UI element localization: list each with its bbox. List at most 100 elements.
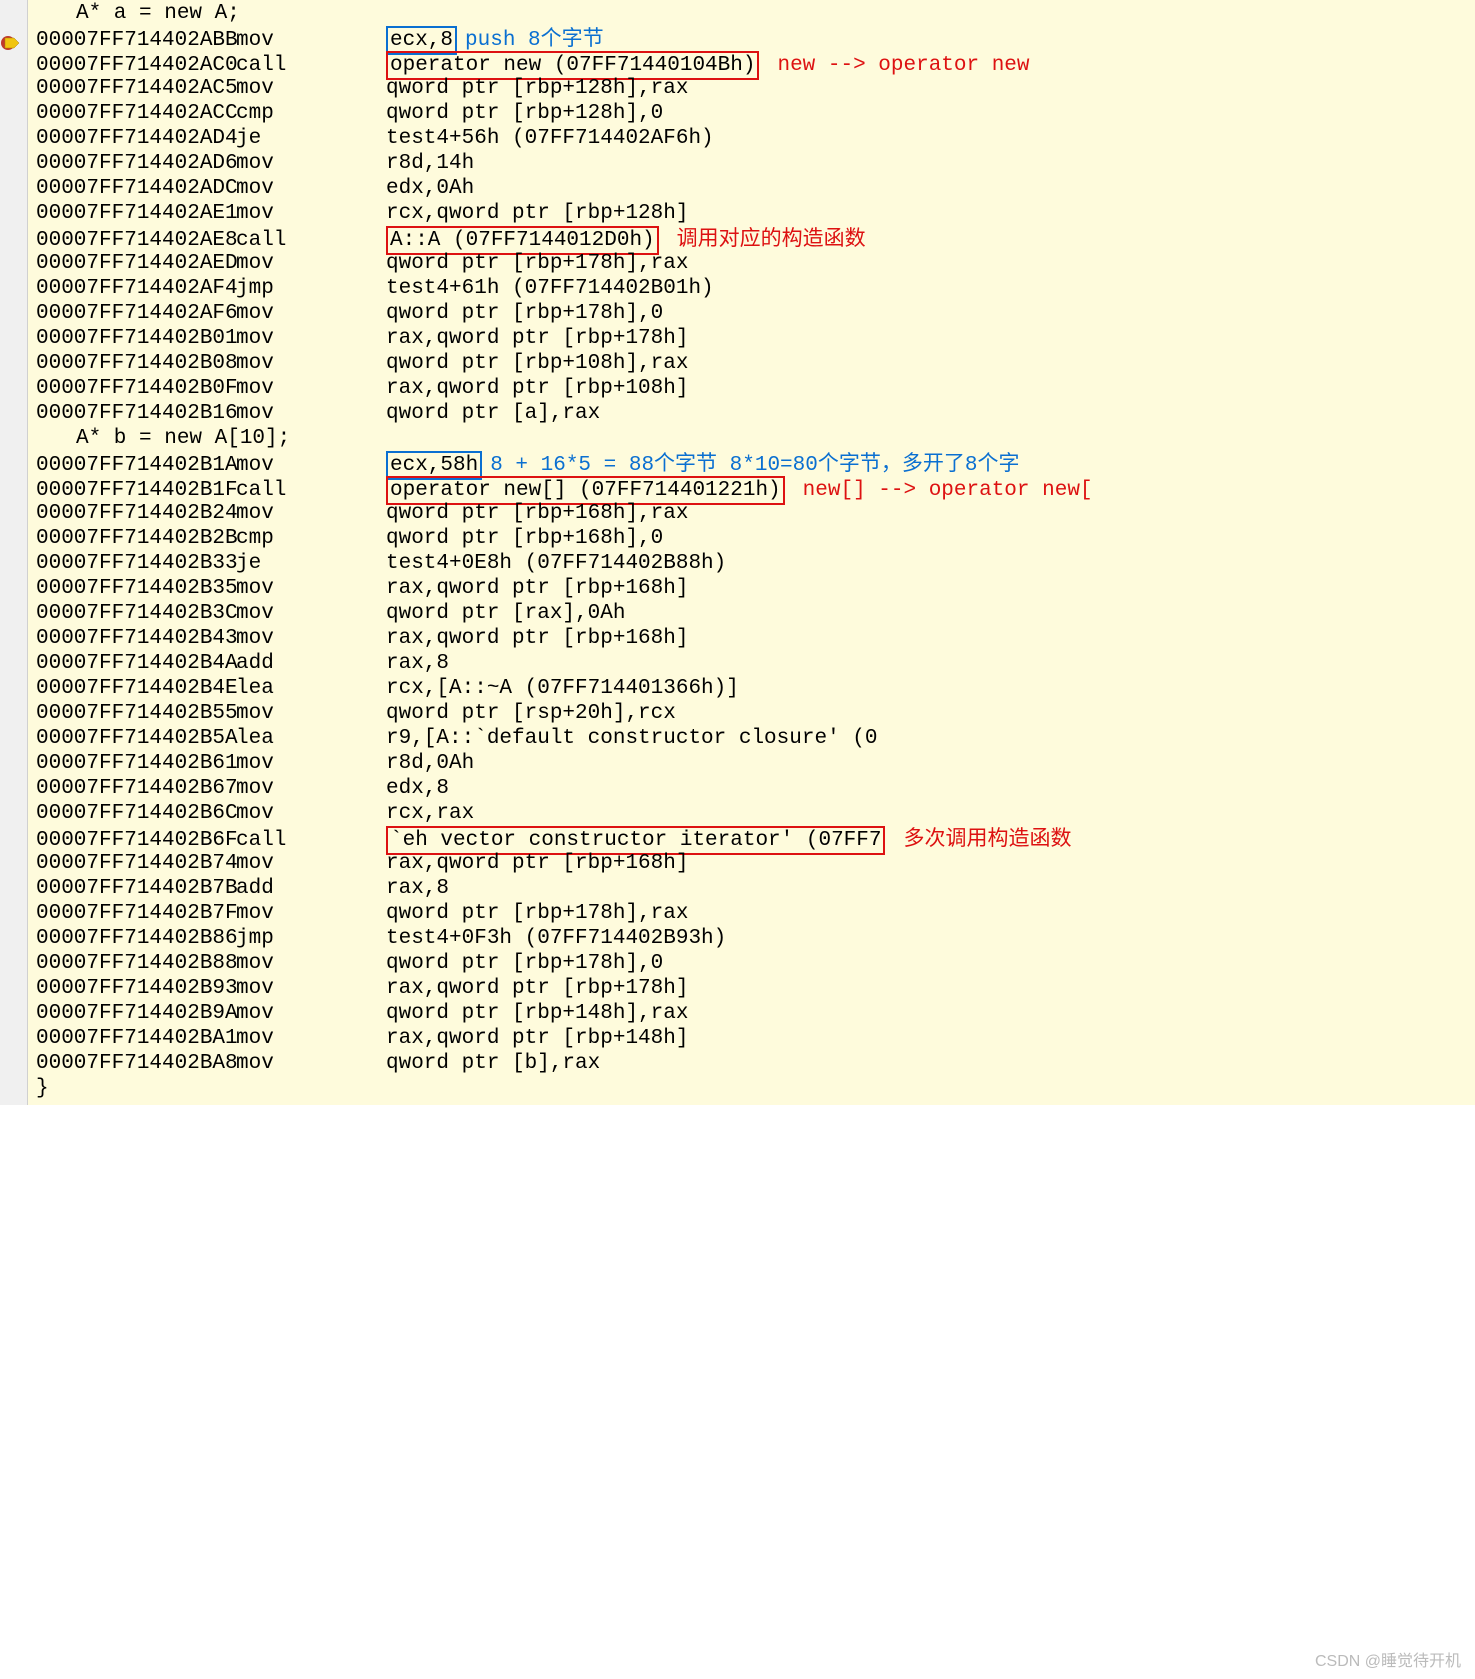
- operands: rax,qword ptr [rbp+108h]: [386, 376, 688, 401]
- address: 00007FF714402ABB: [36, 28, 236, 53]
- asm-row: 00007FF714402BA1movrax,qword ptr [rbp+14…: [36, 1026, 1475, 1051]
- mnemonic: jmp: [236, 926, 386, 951]
- address: 00007FF714402BA1: [36, 1026, 236, 1051]
- mnemonic: mov: [236, 28, 386, 53]
- disassembly-view: A* a = new A; 00007FF714402ABBmovecx,8pu…: [0, 0, 1475, 1105]
- operands: rax,qword ptr [rbp+168h]: [386, 851, 688, 876]
- source-line: A* a = new A;: [36, 1, 1475, 26]
- source-text: }: [36, 1076, 49, 1101]
- operands: test4+56h (07FF714402AF6h): [386, 126, 714, 151]
- address: 00007FF714402AF6: [36, 301, 236, 326]
- operands: test4+0F3h (07FF714402B93h): [386, 926, 726, 951]
- address: 00007FF714402B86: [36, 926, 236, 951]
- asm-row: 00007FF714402B2Bcmpqword ptr [rbp+168h],…: [36, 526, 1475, 551]
- address: 00007FF714402AC5: [36, 76, 236, 101]
- address: 00007FF714402B0F: [36, 376, 236, 401]
- mnemonic: mov: [236, 376, 386, 401]
- mnemonic: mov: [236, 501, 386, 526]
- source-text: A* b = new A[10];: [76, 426, 290, 451]
- mnemonic: mov: [236, 201, 386, 226]
- address: 00007FF714402B2B: [36, 526, 236, 551]
- asm-row: 00007FF714402B5Alear9,[A::`default const…: [36, 726, 1475, 751]
- operands: r9,[A::`default constructor closure' (0: [386, 726, 877, 751]
- address: 00007FF714402B3C: [36, 601, 236, 626]
- operands: r8d,0Ah: [386, 751, 474, 776]
- asm-row: 00007FF714402B93movrax,qword ptr [rbp+17…: [36, 976, 1475, 1001]
- mnemonic: mov: [236, 576, 386, 601]
- mnemonic: mov: [236, 851, 386, 876]
- operands: rax,8: [386, 651, 449, 676]
- code-panel[interactable]: A* a = new A; 00007FF714402ABBmovecx,8pu…: [28, 0, 1475, 1105]
- address: 00007FF714402AC0: [36, 53, 236, 78]
- address: 00007FF714402B61: [36, 751, 236, 776]
- asm-row: 00007FF714402B4Aaddrax,8: [36, 651, 1475, 676]
- asm-row: 00007FF714402B01movrax,qword ptr [rbp+17…: [36, 326, 1475, 351]
- asm-row: 00007FF714402AF6movqword ptr [rbp+178h],…: [36, 301, 1475, 326]
- operands: qword ptr [a],rax: [386, 401, 600, 426]
- source-text: A* a = new A;: [76, 1, 240, 26]
- operands: qword ptr [rbp+178h],rax: [386, 251, 688, 276]
- annotation: 8 + 16*5 = 88个字节 8*10=80个字节，多开了8个字: [490, 453, 1019, 478]
- mnemonic: call: [236, 478, 386, 503]
- operands: qword ptr [rbp+168h],rax: [386, 501, 688, 526]
- mnemonic: cmp: [236, 526, 386, 551]
- mnemonic: lea: [236, 676, 386, 701]
- operands: qword ptr [rbp+108h],rax: [386, 351, 688, 376]
- asm-row: 00007FF714402B1Amovecx,58h8 + 16*5 = 88个…: [36, 451, 1475, 476]
- mnemonic: mov: [236, 951, 386, 976]
- mnemonic: mov: [236, 76, 386, 101]
- address: 00007FF714402B5A: [36, 726, 236, 751]
- address: 00007FF714402AE8: [36, 228, 236, 253]
- address: 00007FF714402AD6: [36, 151, 236, 176]
- mnemonic: mov: [236, 601, 386, 626]
- address: 00007FF714402AD4: [36, 126, 236, 151]
- address: 00007FF714402B6C: [36, 801, 236, 826]
- address: 00007FF714402B1A: [36, 453, 236, 478]
- address: 00007FF714402B24: [36, 501, 236, 526]
- mnemonic: call: [236, 828, 386, 853]
- mnemonic: mov: [236, 176, 386, 201]
- mnemonic: mov: [236, 351, 386, 376]
- asm-row: 00007FF714402AD4jetest4+56h (07FF714402A…: [36, 126, 1475, 151]
- address: 00007FF714402ADC: [36, 176, 236, 201]
- asm-row: 00007FF714402B86jmptest4+0F3h (07FF71440…: [36, 926, 1475, 951]
- address: 00007FF714402B93: [36, 976, 236, 1001]
- source-line: A* b = new A[10];: [36, 426, 1475, 451]
- operands: qword ptr [rbp+148h],rax: [386, 1001, 688, 1026]
- operands: edx,8: [386, 776, 449, 801]
- mnemonic: mov: [236, 251, 386, 276]
- operands: qword ptr [rbp+178h],0: [386, 951, 663, 976]
- asm-row: 00007FF714402B9Amovqword ptr [rbp+148h],…: [36, 1001, 1475, 1026]
- operands: r8d,14h: [386, 151, 474, 176]
- mnemonic: mov: [236, 751, 386, 776]
- annotation: push 8个字节: [465, 28, 604, 53]
- operands: test4+0E8h (07FF714402B88h): [386, 551, 726, 576]
- asm-row: 00007FF714402B1Fcalloperator new[] (07FF…: [36, 476, 1475, 501]
- mnemonic: mov: [236, 976, 386, 1001]
- asm-row: 00007FF714402B6Fcall`eh vector construct…: [36, 826, 1475, 851]
- watermark: CSDN @睡觉待开机: [1315, 1647, 1461, 1671]
- annotation: new --> operator new: [777, 53, 1029, 78]
- asm-row: 00007FF714402AE8callA::A (07FF7144012D0h…: [36, 226, 1475, 251]
- mnemonic: je: [236, 126, 386, 151]
- operands: qword ptr [b],rax: [386, 1051, 600, 1076]
- mnemonic: mov: [236, 326, 386, 351]
- operands: rax,qword ptr [rbp+168h]: [386, 576, 688, 601]
- asm-row: 00007FF714402AEDmovqword ptr [rbp+178h],…: [36, 251, 1475, 276]
- address: 00007FF714402B4A: [36, 651, 236, 676]
- operands: qword ptr [rbp+128h],rax: [386, 76, 688, 101]
- operands: qword ptr [rbp+128h],0: [386, 101, 663, 126]
- address: 00007FF714402B6F: [36, 828, 236, 853]
- mnemonic: add: [236, 651, 386, 676]
- operands: rax,qword ptr [rbp+178h]: [386, 326, 688, 351]
- asm-row: 00007FF714402B33jetest4+0E8h (07FF714402…: [36, 551, 1475, 576]
- asm-row: 00007FF714402ADCmovedx,0Ah: [36, 176, 1475, 201]
- operands: rax,qword ptr [rbp+168h]: [386, 626, 688, 651]
- address: 00007FF714402B88: [36, 951, 236, 976]
- asm-row: 00007FF714402B61movr8d,0Ah: [36, 751, 1475, 776]
- mnemonic: je: [236, 551, 386, 576]
- mnemonic: jmp: [236, 276, 386, 301]
- address: 00007FF714402B7B: [36, 876, 236, 901]
- breakpoint-arrow-icon[interactable]: [0, 32, 22, 54]
- operands: edx,0Ah: [386, 176, 474, 201]
